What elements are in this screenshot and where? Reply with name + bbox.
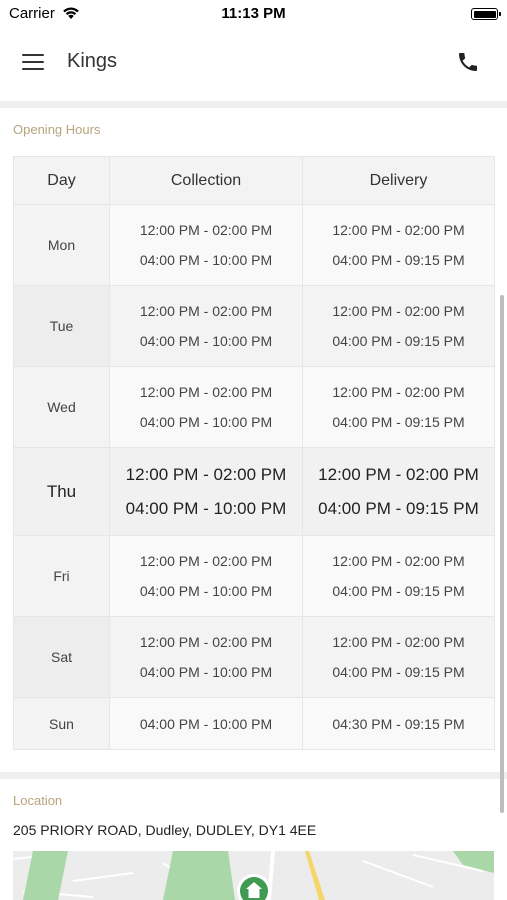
- delivery-cell: 12:00 PM - 02:00 PM 04:00 PM - 09:15 PM: [302, 616, 495, 698]
- opening-hours-label: Opening Hours: [13, 122, 101, 137]
- table-row-thu-today: Thu 12:00 PM - 02:00 PM 04:00 PM - 10:00…: [13, 447, 495, 536]
- table-row-tue: Tue 12:00 PM - 02:00 PM 04:00 PM - 10:00…: [13, 285, 495, 367]
- delivery-cell: 04:30 PM - 09:15 PM: [302, 697, 495, 750]
- time-slot: 12:00 PM - 02:00 PM: [139, 553, 273, 569]
- time-slot: 12:00 PM - 02:00 PM: [125, 464, 287, 484]
- collection-cell: 12:00 PM - 02:00 PM 04:00 PM - 10:00 PM: [109, 616, 303, 698]
- time-slot: 04:00 PM - 09:15 PM: [332, 333, 465, 349]
- table-row-sat: Sat 12:00 PM - 02:00 PM 04:00 PM - 10:00…: [13, 616, 495, 698]
- collection-cell: 12:00 PM - 02:00 PM 04:00 PM - 10:00 PM: [109, 204, 303, 286]
- collection-cell: 12:00 PM - 02:00 PM 04:00 PM - 10:00 PM: [109, 535, 303, 617]
- home-pin-icon[interactable]: [234, 871, 274, 900]
- location-map[interactable]: [13, 851, 494, 900]
- address-text: 205 PRIORY ROAD, Dudley, DUDLEY, DY1 4EE: [13, 822, 317, 838]
- hamburger-menu-icon[interactable]: [22, 53, 46, 71]
- table-row-mon: Mon 12:00 PM - 02:00 PM 04:00 PM - 10:00…: [13, 204, 495, 286]
- day-cell: Fri: [13, 535, 110, 617]
- time-slot: 04:00 PM - 09:15 PM: [332, 664, 465, 680]
- time-slot: 12:00 PM - 02:00 PM: [332, 384, 465, 400]
- day-cell: Wed: [13, 366, 110, 448]
- time-slot: 12:00 PM - 02:00 PM: [332, 553, 465, 569]
- time-slot: 04:00 PM - 10:00 PM: [139, 715, 273, 732]
- delivery-cell: 12:00 PM - 02:00 PM 04:00 PM - 09:15 PM: [302, 535, 495, 617]
- table-header-row: Day Collection Delivery: [13, 156, 495, 205]
- app-header: Kings: [0, 30, 507, 100]
- time-slot: 04:00 PM - 09:15 PM: [332, 252, 465, 268]
- table-row-sun: Sun 04:00 PM - 10:00 PM 04:30 PM - 09:15…: [13, 697, 495, 750]
- delivery-cell: 12:00 PM - 02:00 PM 04:00 PM - 09:15 PM: [302, 366, 495, 448]
- section-divider: [0, 772, 507, 779]
- day-cell: Sun: [13, 697, 110, 750]
- time-slot: 04:00 PM - 09:15 PM: [318, 498, 479, 518]
- time-slot: 12:00 PM - 02:00 PM: [139, 634, 273, 650]
- time-slot: 12:00 PM - 02:00 PM: [139, 384, 273, 400]
- time-slot: 12:00 PM - 02:00 PM: [332, 222, 465, 238]
- time-slot: 12:00 PM - 02:00 PM: [332, 634, 465, 650]
- time-slot: 12:00 PM - 02:00 PM: [139, 222, 273, 238]
- time-slot: 12:00 PM - 02:00 PM: [318, 464, 479, 484]
- time-slot: 04:00 PM - 10:00 PM: [139, 583, 273, 599]
- delivery-cell: 12:00 PM - 02:00 PM 04:00 PM - 09:15 PM: [302, 447, 495, 536]
- day-cell: Mon: [13, 204, 110, 286]
- status-bar: Carrier 11:13 PM: [0, 0, 507, 30]
- delivery-cell: 12:00 PM - 02:00 PM 04:00 PM - 09:15 PM: [302, 285, 495, 367]
- vertical-scrollbar[interactable]: [500, 295, 504, 813]
- day-cell: Tue: [13, 285, 110, 367]
- time-slot: 04:30 PM - 09:15 PM: [332, 715, 465, 732]
- section-divider: [0, 101, 507, 108]
- phone-icon[interactable]: [456, 50, 480, 74]
- time-slot: 04:00 PM - 10:00 PM: [139, 252, 273, 268]
- location-label: Location: [13, 793, 63, 808]
- time-slot: 04:00 PM - 10:00 PM: [139, 414, 273, 430]
- collection-cell: 04:00 PM - 10:00 PM: [109, 697, 303, 750]
- time-slot: 04:00 PM - 10:00 PM: [139, 664, 273, 680]
- column-header-collection: Collection: [109, 156, 303, 205]
- status-time: 11:13 PM: [221, 5, 286, 22]
- time-slot: 04:00 PM - 09:15 PM: [332, 414, 465, 430]
- time-slot: 04:00 PM - 10:00 PM: [139, 333, 273, 349]
- day-cell: Thu: [13, 447, 110, 536]
- time-slot: 12:00 PM - 02:00 PM: [332, 303, 465, 319]
- time-slot: 04:00 PM - 10:00 PM: [125, 498, 287, 518]
- table-row-wed: Wed 12:00 PM - 02:00 PM 04:00 PM - 10:00…: [13, 366, 495, 448]
- time-slot: 04:00 PM - 09:15 PM: [332, 583, 465, 599]
- collection-cell: 12:00 PM - 02:00 PM 04:00 PM - 10:00 PM: [109, 285, 303, 367]
- time-slot: 12:00 PM - 02:00 PM: [139, 303, 273, 319]
- collection-cell: 12:00 PM - 02:00 PM 04:00 PM - 10:00 PM: [109, 447, 303, 536]
- page-title: Kings: [67, 50, 118, 72]
- battery-icon: [471, 8, 501, 20]
- collection-cell: 12:00 PM - 02:00 PM 04:00 PM - 10:00 PM: [109, 366, 303, 448]
- opening-hours-table: Day Collection Delivery Mon 12:00 PM - 0…: [13, 156, 495, 750]
- column-header-delivery: Delivery: [302, 156, 495, 205]
- delivery-cell: 12:00 PM - 02:00 PM 04:00 PM - 09:15 PM: [302, 204, 495, 286]
- column-header-day: Day: [13, 156, 110, 205]
- day-cell: Sat: [13, 616, 110, 698]
- table-row-fri: Fri 12:00 PM - 02:00 PM 04:00 PM - 10:00…: [13, 535, 495, 617]
